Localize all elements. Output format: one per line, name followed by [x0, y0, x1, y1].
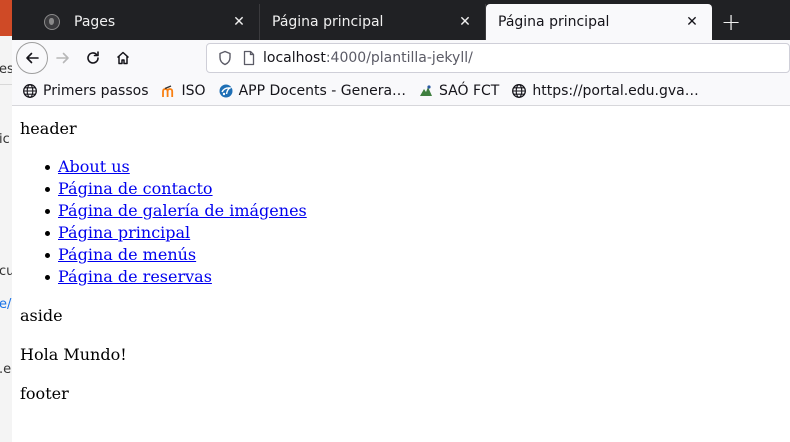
tab-title: Pages: [74, 14, 116, 30]
tab-title: Página principal: [272, 14, 384, 30]
bookmark-app-docents[interactable]: APP Docents - Genera…: [218, 83, 406, 99]
url-path: :4000/plantilla-jekyll/: [325, 50, 473, 66]
url-host: localhost: [263, 50, 326, 66]
background-window-header: [0, 0, 12, 36]
link-pagina-de-menus[interactable]: Página de menús: [58, 245, 196, 264]
navigation-toolbar: localhost:4000/plantilla-jekyll/: [12, 40, 790, 76]
bookmark-portal-edu-gva[interactable]: https://portal.edu.gva…: [511, 82, 699, 99]
github-icon: [44, 14, 60, 30]
list-item: Página de reservas: [45, 266, 782, 288]
link-about-us[interactable]: About us: [58, 157, 130, 176]
home-button[interactable]: [108, 43, 138, 73]
moodle-icon: [161, 83, 177, 99]
close-icon[interactable]: ✕: [680, 10, 704, 34]
new-tab-button[interactable]: +: [716, 4, 746, 40]
arrow-left-icon: [26, 52, 39, 64]
list-item: Página de galería de imágenes: [45, 200, 782, 222]
sao-icon: [418, 83, 434, 99]
arrow-right-icon: [56, 52, 69, 64]
nav-link-list: About us Página de contacto Página de ga…: [20, 156, 782, 288]
link-pagina-de-contacto[interactable]: Página de contacto: [58, 179, 213, 198]
page-aside: aside: [20, 306, 63, 325]
plus-icon: +: [720, 8, 742, 36]
shield-icon[interactable]: [215, 48, 235, 68]
background-window-edge: es ic cu e/ .e: [0, 0, 12, 442]
background-window-fragment: .e: [0, 362, 12, 377]
bookmark-label: Primers passos: [43, 82, 149, 99]
bookmark-label: SAÓ FCT: [439, 82, 500, 99]
close-icon[interactable]: ✕: [227, 10, 251, 34]
forward-button[interactable]: [48, 43, 78, 73]
tab-bar: Pages ✕ Página principal ✕ Página princi…: [12, 0, 790, 40]
tab-title: Página principal: [498, 14, 610, 30]
url-bar[interactable]: localhost:4000/plantilla-jekyll/: [206, 43, 790, 73]
tab-pages[interactable]: Pages ✕: [12, 4, 260, 40]
page-main-text: Hola Mundo!: [20, 345, 127, 364]
background-window-fragment: e/: [0, 297, 12, 312]
page-footer: footer: [20, 384, 69, 403]
home-icon: [116, 51, 130, 65]
bookmark-iso[interactable]: ISO: [161, 83, 206, 99]
list-item: Página principal: [45, 222, 782, 244]
page-content: header About us Página de contacto Págin…: [12, 107, 790, 442]
globe-icon: [22, 83, 38, 99]
reload-button[interactable]: [78, 43, 108, 73]
link-pagina-de-galeria[interactable]: Página de galería de imágenes: [58, 201, 307, 220]
bookmark-label: APP Docents - Genera…: [238, 82, 407, 99]
bookmark-label: https://portal.edu.gva…: [532, 82, 699, 99]
background-window-fragment: ic: [0, 132, 10, 147]
background-window-fragment: cu: [0, 264, 12, 279]
list-item: Página de contacto: [45, 178, 782, 200]
close-icon[interactable]: ✕: [453, 10, 477, 34]
tab-pagina-principal[interactable]: Página principal ✕: [260, 4, 486, 40]
background-window-divider: [0, 84, 12, 85]
bookmark-primers-passos[interactable]: Primers passos: [22, 83, 149, 99]
reload-icon: [87, 51, 99, 64]
list-item: About us: [45, 156, 782, 178]
globe-icon: [511, 83, 527, 99]
bookmark-label: ISO: [181, 82, 206, 99]
bookmarks-toolbar: Primers passos ISO APP Docents - Genera……: [12, 76, 790, 106]
list-item: Página de menús: [45, 244, 782, 266]
bookmark-sao-fct[interactable]: SAÓ FCT: [418, 83, 499, 99]
page-header: header: [20, 119, 77, 138]
background-window-fragment: es: [0, 62, 12, 77]
back-button[interactable]: [16, 42, 48, 74]
tab-pagina-principal-active[interactable]: Página principal ✕: [486, 4, 712, 40]
browser-window: Pages ✕ Página principal ✕ Página princi…: [12, 0, 790, 442]
link-pagina-principal[interactable]: Página principal: [58, 223, 190, 242]
page-icon[interactable]: [239, 48, 259, 68]
link-pagina-de-reservas[interactable]: Página de reservas: [58, 267, 212, 286]
app-docents-icon: [218, 83, 234, 99]
